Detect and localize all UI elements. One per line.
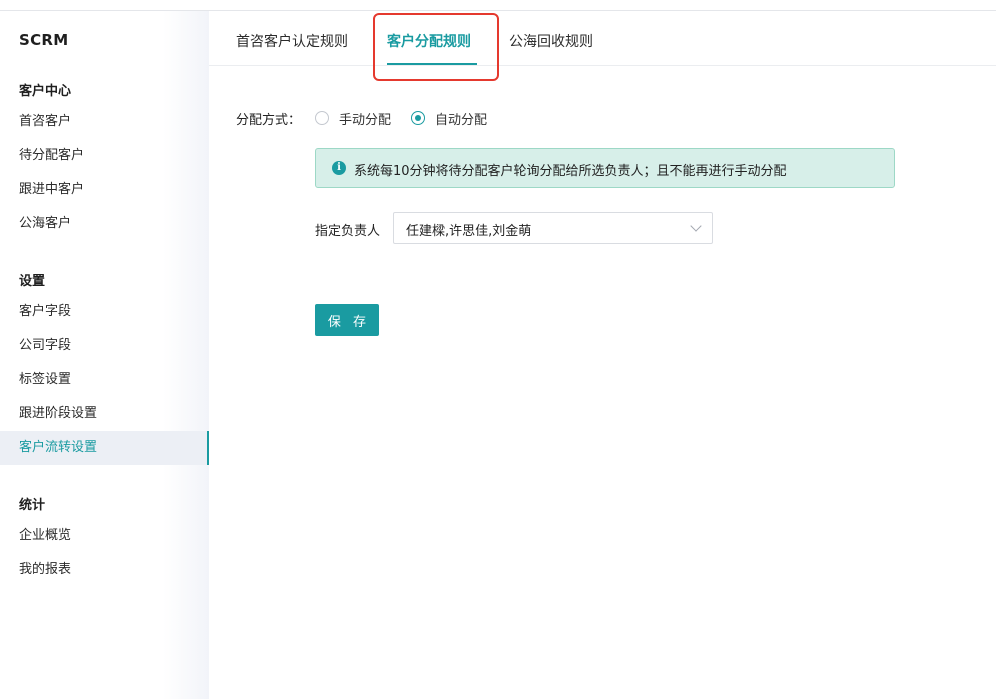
sidebar-section-statistics: 统计 bbox=[19, 498, 46, 513]
allocation-method-label: 分配方式： bbox=[236, 113, 302, 128]
save-button[interactable]: 保 存 bbox=[315, 304, 379, 336]
manual-allocation-label[interactable]: 手动分配 bbox=[339, 109, 391, 128]
owner-label: 指定负责人 bbox=[315, 224, 381, 239]
auto-allocation-label[interactable]: 自动分配 bbox=[435, 109, 487, 128]
tab-public-pool-recycle-rules[interactable]: 公海回收规则 bbox=[509, 11, 593, 66]
info-icon: i bbox=[332, 161, 346, 175]
sidebar-item-company-fields[interactable]: 公司字段 bbox=[0, 329, 209, 363]
main-content: 首咨客户认定规则 客户分配规则 公海回收规则 分配方式： 手动分配 自动分配 i… bbox=[209, 11, 996, 699]
sidebar-item-following-customers[interactable]: 跟进中客户 bbox=[0, 173, 209, 207]
sidebar-section-customer-center: 客户中心 bbox=[19, 84, 72, 99]
sidebar-item-customer-fields[interactable]: 客户字段 bbox=[0, 295, 209, 329]
sidebar-item-my-reports[interactable]: 我的报表 bbox=[0, 553, 209, 587]
owner-select[interactable]: 任建樑,许思佳,刘金萌 bbox=[393, 212, 713, 244]
sidebar-item-public-pool-customers[interactable]: 公海客户 bbox=[0, 207, 209, 241]
chevron-down-icon bbox=[690, 220, 702, 232]
sidebar-section-settings: 设置 bbox=[19, 274, 46, 289]
tab-bar: 首咨客户认定规则 客户分配规则 公海回收规则 bbox=[209, 11, 996, 66]
sidebar-item-first-inquiry-customers[interactable]: 首咨客户 bbox=[0, 105, 209, 139]
sidebar-item-customer-flow-settings[interactable]: 客户流转设置 bbox=[0, 431, 209, 465]
manual-allocation-radio[interactable] bbox=[315, 111, 329, 125]
sidebar-item-enterprise-overview[interactable]: 企业概览 bbox=[0, 519, 209, 553]
alert-message: 系统每10分钟将待分配客户轮询分配给所选负责人；且不能再进行手动分配 bbox=[354, 164, 787, 179]
sidebar-item-tag-settings[interactable]: 标签设置 bbox=[0, 363, 209, 397]
brand-logo: SCRM bbox=[19, 31, 69, 49]
sidebar-item-follow-stage-settings[interactable]: 跟进阶段设置 bbox=[0, 397, 209, 431]
tab-highlight-annotation bbox=[373, 13, 499, 81]
tab-first-inquiry-rules[interactable]: 首咨客户认定规则 bbox=[236, 11, 348, 66]
sidebar: SCRM 客户中心 首咨客户 待分配客户 跟进中客户 公海客户 设置 客户字段 … bbox=[0, 11, 209, 699]
owner-select-value: 任建樑,许思佳,刘金萌 bbox=[406, 224, 532, 239]
auto-allocation-info-alert: i 系统每10分钟将待分配客户轮询分配给所选负责人；且不能再进行手动分配 bbox=[315, 148, 895, 188]
auto-allocation-radio[interactable] bbox=[411, 111, 425, 125]
sidebar-item-pending-customers[interactable]: 待分配客户 bbox=[0, 139, 209, 173]
